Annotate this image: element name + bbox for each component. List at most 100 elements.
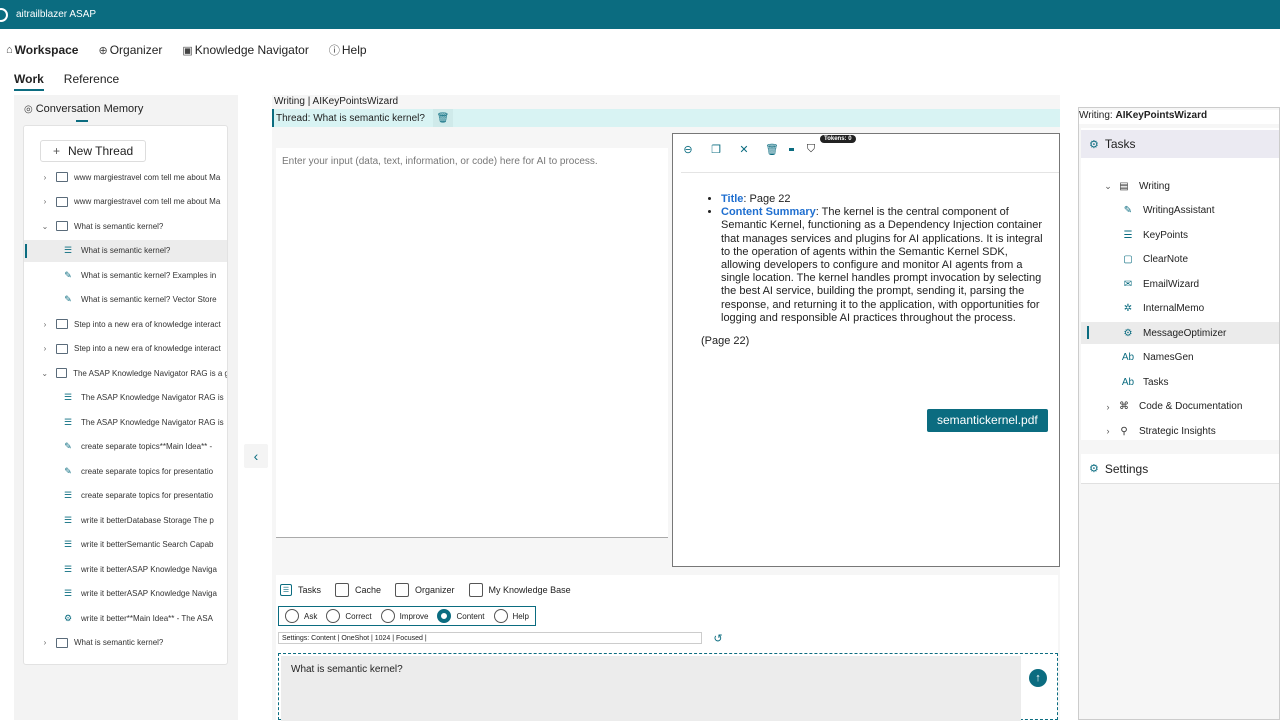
- thread-row[interactable]: › www margiestravel com tell me about Ma: [24, 191, 227, 213]
- tab-reference[interactable]: Reference: [64, 72, 119, 91]
- thread-row[interactable]: ☰ write it betterDatabase Storage The p: [24, 509, 227, 531]
- task-item-label: InternalMemo: [1143, 303, 1205, 314]
- thread-title: Thread: What is semantic kernel?: [276, 112, 425, 124]
- thread-row[interactable]: ⚙ write it better**Main Idea** - The ASA: [24, 607, 227, 629]
- conversation-memory-header[interactable]: ◎ Conversation Memory: [24, 103, 143, 122]
- ai-input-area[interactable]: Enter your input (data, text, informatio…: [276, 148, 668, 538]
- thread-row-label: The ASAP Knowledge Navigator RAG is: [81, 417, 224, 427]
- task-item[interactable]: ✉ EmailWizard: [1081, 273, 1279, 295]
- pen-icon: ✎: [1123, 205, 1133, 216]
- thread-row[interactable]: ✎ What is semantic kernel? Vector Store: [24, 289, 227, 311]
- thread-row[interactable]: ✎ create separate topics**Main Idea** -: [24, 436, 227, 458]
- pdf-source-button[interactable]: semantickernel.pdf: [927, 409, 1048, 433]
- thread-row[interactable]: ☰ The ASAP Knowledge Navigator RAG is: [24, 411, 227, 433]
- task-item[interactable]: › ⚲ Strategic Insights: [1081, 420, 1279, 442]
- radio-ask[interactable]: [285, 609, 299, 623]
- chevron-right-icon[interactable]: ›: [40, 320, 50, 329]
- thread-row[interactable]: ☰ write it betterASAP Knowledge Naviga: [24, 583, 227, 605]
- collapse-panel-button[interactable]: ‹: [244, 444, 268, 468]
- thread-row[interactable]: ☰ write it betterSemantic Search Capab: [24, 534, 227, 556]
- pen-icon: ✎: [64, 269, 72, 280]
- copy-button[interactable]: ❐: [705, 138, 727, 160]
- gear-icon: ⚙: [63, 612, 73, 623]
- task-item[interactable]: ⌄ ▤ Writing: [1081, 175, 1279, 197]
- thread-row[interactable]: › Step into a new era of knowledge intera…: [24, 338, 227, 360]
- radio-improve[interactable]: [380, 609, 395, 623]
- delete-button[interactable]: 🗑: [761, 138, 783, 160]
- thread-row[interactable]: ☰ create separate topics for presentatio: [24, 485, 227, 507]
- task-item-label: Tasks: [1143, 376, 1169, 388]
- sub-tabs: Work Reference: [14, 72, 119, 91]
- bookmark-button[interactable]: ⛉: [800, 138, 822, 160]
- chevron-right-icon[interactable]: ›: [40, 344, 50, 353]
- folder-icon: [56, 172, 68, 182]
- task-item[interactable]: › ⌘ Code & Documentation: [1081, 396, 1279, 418]
- prompt-container: What is semantic kernel? ↑: [278, 653, 1058, 721]
- nav-workspace[interactable]: ⌂ Workspace: [6, 43, 78, 57]
- nav-knowledge-navigator[interactable]: ▣ Knowledge Navigator: [182, 43, 308, 57]
- thread-row[interactable]: › What is semantic kernel?: [24, 632, 227, 654]
- delete-thread-button[interactable]: 🗑: [432, 109, 453, 127]
- chevron-right-icon[interactable]: ›: [1103, 426, 1113, 436]
- task-item-label: EmailWizard: [1143, 278, 1200, 290]
- thread-row[interactable]: ✎ create separate topics for presentatio: [24, 460, 227, 482]
- chevron-right-icon[interactable]: ›: [40, 173, 50, 182]
- task-item[interactable]: ⚙ MessageOptimizer: [1081, 322, 1279, 344]
- thread-row[interactable]: ⌄ What is semantic kernel?: [24, 215, 227, 237]
- controls-area: ☰ Tasks Cache Organizer My Knowledge Bas…: [276, 575, 1058, 721]
- tab-work[interactable]: Work: [14, 72, 44, 91]
- document-icon: ▤: [1119, 180, 1129, 192]
- task-item[interactable]: Ab NamesGen: [1081, 347, 1279, 369]
- minus-icon[interactable]: [789, 147, 794, 151]
- task-item[interactable]: Ab Tasks: [1081, 371, 1279, 393]
- cache-checkbox[interactable]: [335, 583, 350, 597]
- chevron-down-icon[interactable]: ⌄: [40, 369, 50, 378]
- trash-icon: 🗑: [436, 112, 450, 124]
- thread-row[interactable]: ☰ The ASAP Knowledge Navigator RAG is: [24, 387, 227, 409]
- radio-help[interactable]: [493, 609, 508, 623]
- folder-icon: [56, 637, 68, 648]
- gear-icon: ⚙: [1123, 327, 1133, 339]
- radio-correct[interactable]: [326, 609, 341, 623]
- task-item[interactable]: ☰ KeyPoints: [1081, 224, 1279, 246]
- thread-row[interactable]: › Step into a new era of knowledge intera…: [24, 313, 227, 335]
- folder-icon: [56, 343, 68, 354]
- chevron-right-icon[interactable]: ›: [40, 638, 50, 647]
- help-icon: ⓘ: [328, 45, 340, 57]
- chevron-right-icon[interactable]: ›: [1103, 402, 1113, 412]
- prompt-input[interactable]: What is semantic kernel?: [281, 656, 1021, 721]
- task-item[interactable]: ▢ ClearNote: [1081, 249, 1279, 271]
- settings-header[interactable]: ⚙ Settings: [1081, 454, 1279, 484]
- send-button[interactable]: ↑: [1029, 669, 1047, 687]
- reset-button[interactable]: ↺: [708, 630, 728, 646]
- chevron-down-icon[interactable]: ⌄: [40, 222, 50, 231]
- tasks-header[interactable]: ⚙ Tasks: [1081, 130, 1279, 158]
- thread-row[interactable]: ✎ What is semantic kernel? Examples in: [24, 264, 227, 286]
- tasks-section: ⚙ Tasks ⌄ ▤ Writing ✎ WritingAssistant ☰ KeyPo…: [1081, 128, 1279, 440]
- chevron-down-icon[interactable]: ⌄: [1103, 181, 1113, 192]
- radio-content[interactable]: [437, 609, 452, 623]
- nav-organizer[interactable]: ⊕ Organizer: [98, 43, 162, 57]
- thread-row[interactable]: › www margiestravel com tell me about Ma: [24, 166, 227, 188]
- task-item[interactable]: ✎ WritingAssistant: [1081, 200, 1279, 222]
- task-item-label: Strategic Insights: [1139, 425, 1216, 437]
- task-item-label: WritingAssistant: [1143, 205, 1215, 216]
- knowledge-base-checkbox[interactable]: [468, 583, 483, 597]
- back-button[interactable]: ⊖: [677, 138, 699, 160]
- nav-help[interactable]: ⓘ Help: [329, 42, 367, 58]
- tasks-icon[interactable]: ☰: [280, 584, 292, 596]
- close-button[interactable]: ✕: [733, 138, 755, 160]
- thread-row[interactable]: ☰ What is semantic kernel?: [24, 239, 227, 262]
- organizer-checkbox[interactable]: [395, 583, 410, 597]
- thread-row[interactable]: ⌄ The ASAP Knowledge Navigator RAG is a g: [24, 362, 227, 384]
- task-item-label: Code & Documentation: [1139, 401, 1243, 412]
- ab-icon: Ab: [1121, 376, 1135, 388]
- chevron-right-icon[interactable]: ›: [40, 197, 50, 206]
- thread-row[interactable]: ☰ write it betterASAP Knowledge Naviga: [24, 558, 227, 580]
- task-item[interactable]: ✲ InternalMemo: [1081, 298, 1279, 320]
- pen-icon: ✎: [64, 465, 72, 476]
- thread-row-label: write it betterASAP Knowledge Naviga: [81, 564, 217, 574]
- new-thread-button[interactable]: + New Thread: [40, 140, 147, 162]
- list-icon: ☰: [63, 539, 73, 549]
- task-item-label: Writing: [1139, 180, 1170, 192]
